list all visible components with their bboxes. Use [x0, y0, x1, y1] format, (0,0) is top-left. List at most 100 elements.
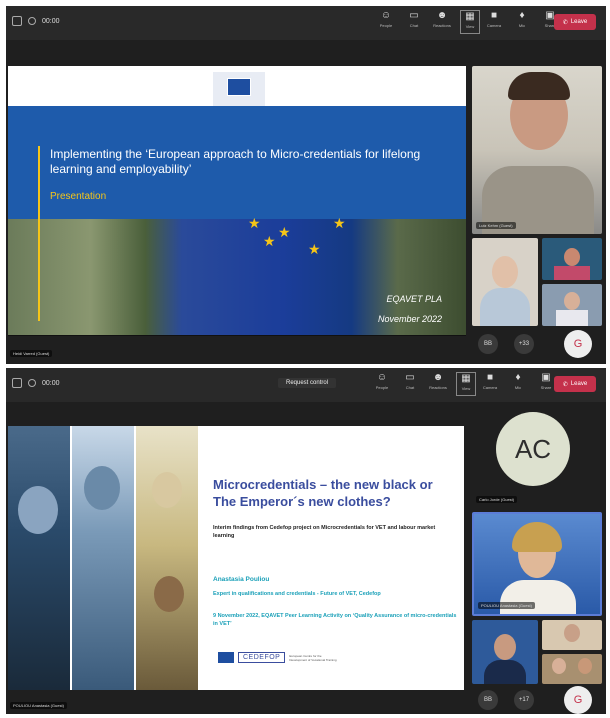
participant-shirt: [480, 288, 530, 326]
slide-accent-line: [38, 146, 40, 321]
video-tile-2[interactable]: [472, 620, 538, 684]
speaker-video-label: POULIOU Anastasia (Guest): [478, 602, 535, 609]
shared-slide: Microcredentials – the new black or The …: [8, 426, 464, 690]
reactions-button[interactable]: ☻ Reactions: [432, 10, 452, 34]
meeting-toolbar: 00:00 Request control ☺ People ▭ Chat ☻ Rea…: [6, 368, 606, 402]
photo-strip-2: [72, 426, 134, 690]
view-icon: ▦: [465, 11, 475, 22]
share-button[interactable]: ▣ Share: [536, 372, 556, 396]
window-icon[interactable]: [12, 16, 22, 26]
people-icon: ☺: [380, 10, 392, 21]
cedefop-tagline: European Centre for the Development of V…: [289, 653, 337, 662]
video-tile-4[interactable]: [542, 654, 602, 684]
slide-photo-collage: [8, 426, 198, 690]
star-icon: ★: [278, 224, 291, 240]
eu-flag-icon: [227, 78, 251, 96]
photo-person: [154, 576, 184, 612]
mic-button[interactable]: ♦ Mic: [508, 372, 528, 396]
slide-interim-findings: Interim findings from Cedefop project on…: [213, 525, 436, 539]
teams-window-1: 00:00 ☺ People ▭ Chat ☻ Reactions ▦ View ■ Ca…: [6, 6, 606, 364]
participant-shirt: [556, 310, 588, 326]
slide-subtitle: Presentation: [50, 191, 107, 202]
main-video-label: Lutz Kehm (Guest): [476, 222, 516, 229]
participant-face: [564, 624, 580, 642]
star-icon: ★: [248, 215, 261, 231]
photo-person: [84, 466, 120, 510]
camera-button[interactable]: ■ Camera: [480, 372, 500, 396]
speaker-name: Anastasia Pouliou: [213, 576, 270, 583]
participant-face: [552, 658, 566, 674]
leave-button[interactable]: ✆ Leave: [554, 376, 596, 392]
eu-flag-icon: [218, 652, 234, 663]
video-tile-4[interactable]: [542, 284, 602, 326]
slide-event: EQAVET PLA: [386, 294, 442, 304]
people-button[interactable]: ☺ People: [376, 10, 396, 34]
photo-strip-1: [8, 426, 70, 690]
guest-avatar[interactable]: G: [564, 686, 592, 714]
main-video-tile[interactable]: Lutz Kehm (Guest): [472, 66, 602, 234]
presenter-label: POULIOU Anastasia (Guest): [10, 702, 67, 709]
video-tile-3[interactable]: [542, 620, 602, 650]
media-controls: ■ Camera ♦ Mic ▣ Share: [480, 372, 556, 396]
participant-shirt: [554, 266, 590, 280]
you-avatar[interactable]: BB: [478, 334, 498, 354]
mic-icon: ♦: [519, 10, 525, 21]
reactions-icon: ☻: [432, 372, 444, 383]
people-button[interactable]: ☺ People: [372, 372, 392, 396]
participant-hair: [508, 72, 570, 100]
shield-icon[interactable]: [28, 17, 36, 25]
teams-window-2: 00:00 Request control ☺ People ▭ Chat ☻ Rea…: [6, 368, 606, 714]
cedefop-wordmark: CEDEFOP: [238, 652, 286, 663]
slide-title: Microcredentials – the new black or The …: [213, 477, 433, 509]
cedefop-logo: CEDEFOP European Centre for the Developm…: [218, 652, 337, 663]
ac-label: Carlo Jorde (Guest): [476, 496, 518, 503]
event-line: 9 November 2022, EQAVET Peer Learning Ac…: [213, 613, 457, 627]
mic-button[interactable]: ♦ Mic: [512, 10, 532, 34]
people-icon: ☺: [376, 372, 388, 383]
participant-face: [492, 256, 518, 288]
guest-avatar[interactable]: G: [564, 330, 592, 358]
photo-person: [18, 486, 58, 534]
view-button[interactable]: ▦ View: [456, 372, 476, 396]
camera-icon: ■: [490, 10, 498, 21]
video-tile-3[interactable]: [542, 238, 602, 280]
reactions-button[interactable]: ☻ Reactions: [428, 372, 448, 396]
photo-strip-3: [136, 426, 198, 690]
video-tile-2[interactable]: [472, 238, 538, 326]
presenter-label: Heidi Varred (Guest): [10, 350, 53, 357]
leave-button[interactable]: ✆ Leave: [554, 14, 596, 30]
share-icon: ▣: [541, 372, 551, 383]
view-icon: ▦: [461, 373, 471, 384]
participant-face: [578, 658, 592, 674]
request-control-button[interactable]: Request control: [278, 378, 337, 388]
more-participants-button[interactable]: +17: [514, 690, 534, 710]
camera-icon: ■: [486, 372, 494, 383]
phone-icon: ✆: [562, 19, 568, 26]
photo-person: [152, 472, 182, 508]
star-icon: ★: [263, 233, 276, 249]
ec-logo: [213, 72, 265, 106]
chat-button[interactable]: ▭ Chat: [400, 372, 420, 396]
slide-date: November 2022: [377, 314, 442, 324]
more-participants-button[interactable]: +33: [514, 334, 534, 354]
slide-header: [8, 66, 466, 106]
star-icon: ★: [308, 241, 321, 257]
participant-face: [494, 634, 516, 660]
toolbar-controls: ☺ People ▭ Chat ☻ Reactions ▦ View: [376, 10, 480, 34]
camera-button[interactable]: ■ Camera: [484, 10, 504, 34]
participant-avatar-ac[interactable]: AC: [496, 412, 570, 486]
chat-button[interactable]: ▭ Chat: [404, 10, 424, 34]
reactions-icon: ☻: [436, 10, 448, 21]
star-icon: ★: [333, 215, 346, 231]
chat-icon: ▭: [409, 10, 419, 21]
speaker-video-tile[interactable]: POULIOU Anastasia (Guest): [472, 512, 602, 616]
shared-slide: Implementing the ‘European approach to M…: [8, 66, 466, 336]
you-avatar[interactable]: BB: [478, 690, 498, 710]
participant-face: [564, 248, 580, 266]
view-button[interactable]: ▦ View: [460, 10, 480, 34]
window-icon[interactable]: [12, 378, 22, 388]
toolbar-controls: ☺ People ▭ Chat ☻ Reactions ▦ View: [372, 372, 476, 396]
participant-face: [564, 292, 580, 310]
meeting-toolbar: 00:00 ☺ People ▭ Chat ☻ Reactions ▦ View ■ Ca…: [6, 6, 606, 40]
shield-icon[interactable]: [28, 379, 36, 387]
